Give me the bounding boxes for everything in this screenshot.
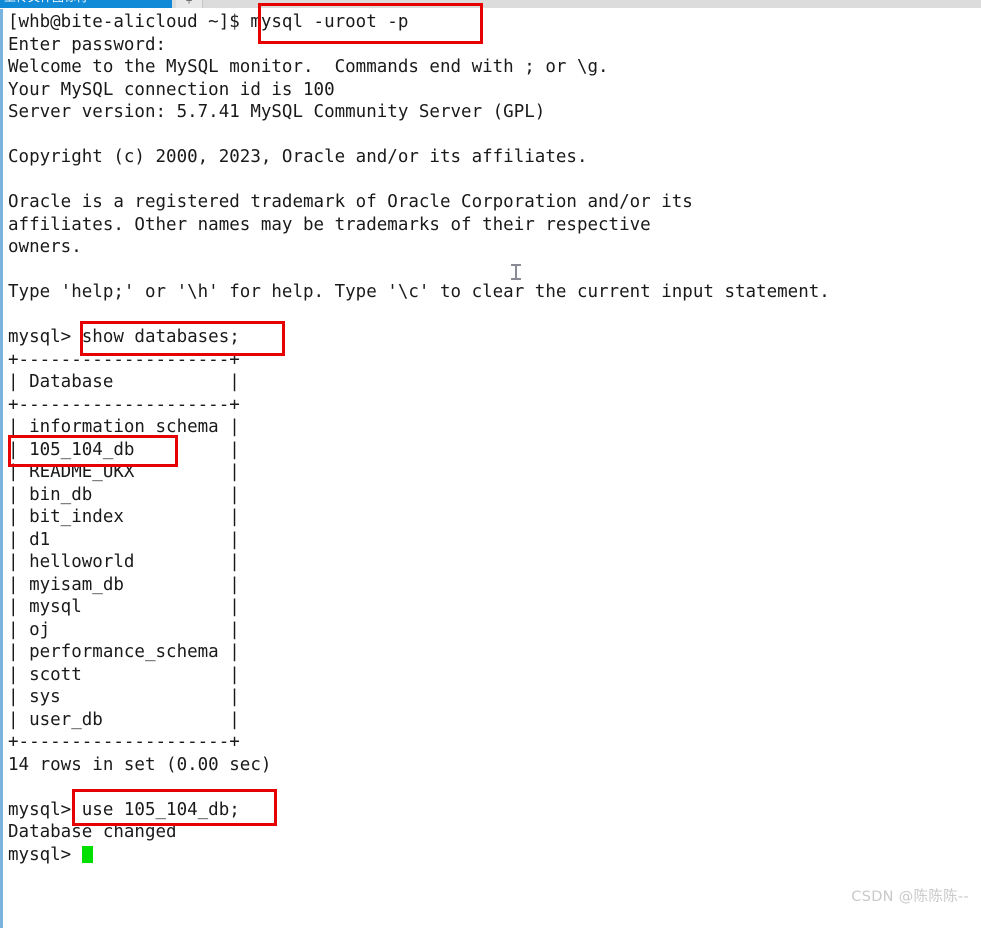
- window-tab-strip: 上传文件图标符 +: [0, 0, 981, 8]
- terminal-line: | README_UKX |: [8, 462, 240, 482]
- terminal-line: Welcome to the MySQL monitor. Commands e…: [8, 57, 609, 77]
- terminal-line: | helloworld |: [8, 552, 240, 572]
- terminal-line: 14 rows in set (0.00 sec): [8, 754, 272, 775]
- tab-label: 上传文件图标符: [4, 0, 172, 3]
- terminal-line: | oj |: [8, 619, 240, 640]
- terminal-line: +--------------------+: [8, 394, 240, 415]
- terminal-cursor: [81, 845, 93, 863]
- tab-strip-empty-area: [203, 0, 981, 8]
- terminal-line: | Database |: [8, 372, 240, 392]
- terminal-prompt: mysql>: [8, 844, 82, 865]
- terminal-line: | scott |: [8, 664, 240, 685]
- new-tab-button[interactable]: +: [176, 0, 203, 8]
- terminal-line: +--------------------+: [8, 732, 240, 752]
- terminal-line: | mysql |: [8, 597, 240, 617]
- terminal-line: | information_schema |: [8, 417, 240, 437]
- terminal-line: | 105_104_db |: [8, 439, 240, 460]
- tab-terminal-session[interactable]: 上传文件图标符: [0, 0, 172, 8]
- terminal-line: mysql> use 105_104_db;: [8, 799, 240, 820]
- terminal-line: Server version: 5.7.41 MySQL Community S…: [8, 102, 546, 122]
- terminal-line: | bin_db |: [8, 484, 240, 505]
- terminal-line: | bit_index |: [8, 507, 240, 527]
- terminal-line: | performance_schema |: [8, 642, 240, 662]
- watermark: CSDN @陈陈陈--: [851, 889, 969, 905]
- terminal-line: [whb@bite-alicloud ~]$ mysql -uroot -p: [8, 12, 409, 32]
- terminal-line: | d1 |: [8, 529, 240, 550]
- terminal-line: Your MySQL connection id is 100: [8, 79, 335, 100]
- new-tab-label: +: [185, 0, 193, 7]
- terminal-line: mysql> show databases;: [8, 327, 240, 347]
- terminal-line: affiliates. Other names may be trademark…: [8, 214, 651, 235]
- terminal-line: Copyright (c) 2000, 2023, Oracle and/or …: [8, 147, 588, 167]
- terminal-line: Enter password:: [8, 34, 167, 55]
- terminal-line: Database changed: [8, 822, 177, 842]
- terminal-output-pane[interactable]: [whb@bite-alicloud ~]$ mysql -uroot -p En…: [0, 9, 981, 928]
- terminal-line: | myisam_db |: [8, 574, 240, 595]
- terminal-text-block: [whb@bite-alicloud ~]$ mysql -uroot -p En…: [8, 11, 830, 866]
- terminal-line: mysql>: [8, 844, 830, 867]
- terminal-line: owners.: [8, 237, 82, 257]
- terminal-line: Oracle is a registered trademark of Orac…: [8, 192, 693, 212]
- terminal-line: | sys |: [8, 687, 240, 707]
- terminal-line: +--------------------+: [8, 349, 240, 370]
- terminal-line: Type 'help;' or '\h' for help. Type '\c'…: [8, 282, 830, 302]
- terminal-line: | user_db |: [8, 709, 240, 730]
